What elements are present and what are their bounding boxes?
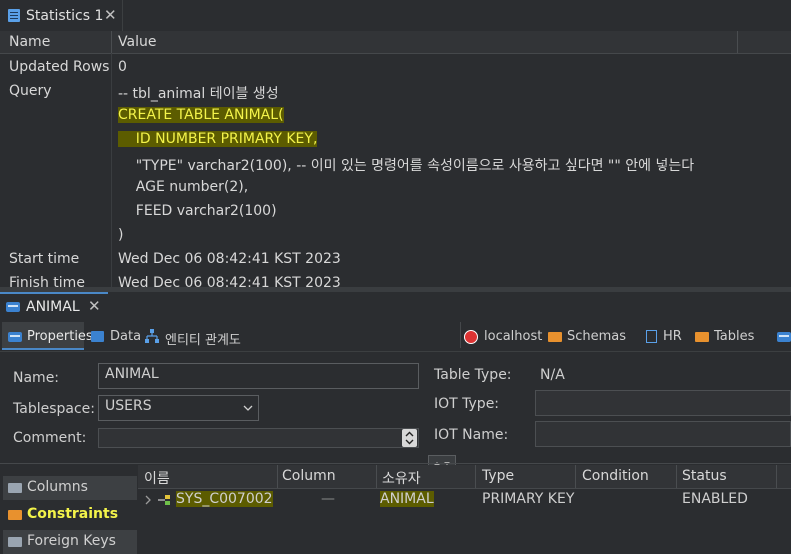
- grid-header: Name Value: [0, 31, 791, 54]
- up-down-arrows-icon: [405, 431, 414, 445]
- column-header-name[interactable]: Name: [9, 34, 50, 50]
- column-header-status[interactable]: Status: [682, 468, 727, 484]
- constraint-status: ENABLED: [682, 491, 748, 507]
- query-line-highlighted: ID NUMBER PRIMARY KEY,: [118, 131, 318, 147]
- constraint-name: SYS_C007002: [176, 491, 273, 507]
- tab-properties[interactable]: Properties: [27, 329, 93, 344]
- grid-icon: [8, 9, 20, 22]
- schema-selector[interactable]: HR: [663, 329, 682, 344]
- tablespace-select[interactable]: USERS: [98, 395, 259, 421]
- table-icon: [6, 302, 20, 312]
- side-tab-constraints[interactable]: Constraints: [3, 503, 137, 527]
- iot-type-input[interactable]: [535, 390, 791, 416]
- table-type-label: Table Type:: [434, 367, 512, 383]
- query-line-highlighted: CREATE TABLE ANIMAL(: [118, 107, 284, 123]
- constraints-icon: [8, 510, 22, 520]
- row-name-start-time: Start time: [9, 251, 80, 267]
- chevron-down-icon: [243, 405, 253, 411]
- columns-icon: [8, 483, 22, 493]
- properties-icon: [8, 332, 22, 342]
- schema-icon: [646, 330, 657, 343]
- query-line: ): [118, 227, 124, 243]
- spinner[interactable]: [402, 429, 417, 447]
- comment-input[interactable]: [98, 428, 419, 448]
- er-diagram-icon: [145, 329, 159, 343]
- iot-name-input[interactable]: [535, 421, 791, 447]
- tab-data[interactable]: Data: [110, 329, 141, 344]
- active-tab-indicator: [2, 348, 84, 350]
- row-value-updated-rows: 0: [118, 59, 127, 75]
- side-tab-foreign-keys[interactable]: Foreign Keys: [3, 530, 137, 554]
- side-tab-columns[interactable]: Columns: [3, 476, 137, 500]
- tab-entity-relationship[interactable]: 엔티티 관계도: [165, 329, 241, 348]
- column-header-owner[interactable]: 소유자: [382, 468, 421, 488]
- query-line: FEED varchar2(100): [118, 203, 277, 219]
- key-icon: [158, 495, 170, 505]
- tables-selector[interactable]: Tables: [714, 329, 754, 344]
- tab-statistics-1[interactable]: Statistics 1 ✕: [0, 0, 123, 31]
- tables-icon: [695, 332, 709, 342]
- schemas-icon: [548, 332, 562, 342]
- row-name-query: Query: [9, 83, 52, 99]
- close-icon[interactable]: ✕: [88, 297, 101, 315]
- iot-type-label: IOT Type:: [434, 396, 500, 412]
- tablespace-label: Tablespace:: [13, 401, 95, 417]
- column-header-value[interactable]: Value: [118, 34, 156, 50]
- name-input[interactable]: ANIMAL: [98, 363, 419, 389]
- constraint-column: —: [321, 491, 335, 507]
- tab-label: ANIMAL: [26, 299, 80, 315]
- connection-selector[interactable]: localhost: [484, 329, 542, 344]
- row-name-finish-time: Finish time: [9, 275, 85, 287]
- column-header-type[interactable]: Type: [482, 468, 514, 484]
- tab-animal[interactable]: ANIMAL ✕: [0, 292, 108, 320]
- column-header-condition[interactable]: Condition: [582, 468, 649, 484]
- connection-icon: [464, 330, 478, 344]
- data-grid-icon: [91, 331, 104, 342]
- iot-name-label: IOT Name:: [434, 427, 509, 443]
- schemas-selector[interactable]: Schemas: [567, 329, 626, 344]
- constraint-type: PRIMARY KEY: [482, 491, 575, 507]
- tablespace-value: USERS: [105, 398, 152, 414]
- column-header-name[interactable]: 이름: [144, 468, 170, 488]
- close-icon[interactable]: ✕: [104, 6, 117, 24]
- tab-label: Statistics 1: [26, 8, 104, 24]
- comment-label: Comment:: [13, 430, 87, 446]
- statistics-grid: Name Value Updated Rows 0 Query -- tbl_a…: [0, 31, 791, 287]
- table-type-value: N/A: [540, 367, 565, 383]
- chevron-right-icon[interactable]: [144, 495, 152, 505]
- column-header-column[interactable]: Column: [282, 468, 336, 484]
- name-label: Name:: [13, 370, 60, 386]
- query-line: AGE number(2),: [118, 179, 249, 195]
- table-icon[interactable]: [777, 332, 791, 342]
- editor-tab-bar: [0, 292, 791, 321]
- row-name-updated-rows: Updated Rows: [9, 59, 110, 75]
- query-line: "TYPE" varchar2(100), -- 이미 있는 명령어를 속성이름…: [118, 158, 695, 174]
- row-value-start-time: Wed Dec 06 08:42:41 KST 2023: [118, 251, 341, 267]
- row-value-finish-time: Wed Dec 06 08:42:41 KST 2023: [118, 275, 341, 287]
- constraint-owner: ANIMAL: [380, 491, 434, 507]
- constraints-table-header: 이름 Column 소유자 Type Condition Status: [138, 465, 791, 489]
- query-line: -- tbl_animal 테이블 생성: [118, 86, 279, 102]
